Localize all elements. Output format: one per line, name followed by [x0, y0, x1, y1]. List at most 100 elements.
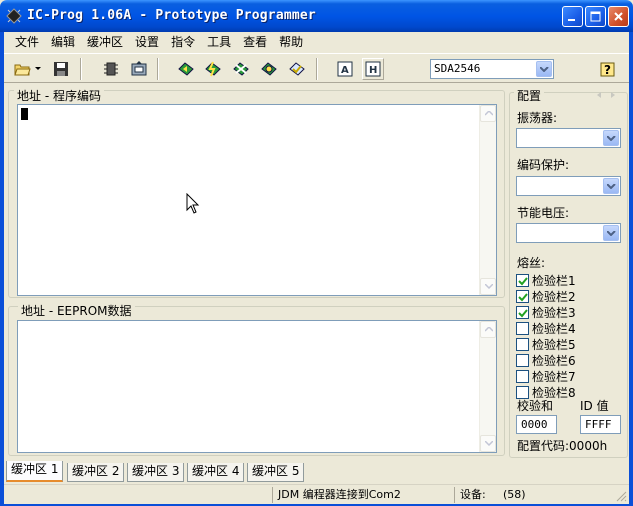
menu-settings[interactable]: 设置 — [130, 33, 164, 51]
tab-buffer-4[interactable]: 缓冲区 4 — [187, 463, 245, 482]
minimize-button[interactable] — [562, 6, 583, 27]
toolbar: A H SDA2546 ? — [4, 53, 629, 83]
fuse-check-box[interactable] — [516, 274, 529, 287]
menu-help[interactable]: 帮助 — [274, 33, 308, 51]
fuse-checkbox-7[interactable]: 检验栏7 — [516, 369, 576, 384]
oscillator-select-arrow[interactable] — [603, 130, 619, 146]
chip-settings-button[interactable] — [100, 58, 122, 80]
chip-app-icon — [6, 8, 22, 24]
menu-view[interactable]: 查看 — [238, 33, 272, 51]
fuse-check-box[interactable] — [516, 290, 529, 303]
eeprom-data-editor[interactable] — [17, 320, 497, 453]
arrow-up-icon — [485, 111, 493, 116]
erase-all-button[interactable] — [230, 58, 252, 80]
verify-button[interactable] — [258, 58, 280, 80]
text-cursor — [21, 108, 28, 120]
save-button[interactable] — [50, 58, 72, 80]
fuse-checkbox-3[interactable]: 检验栏3 — [516, 305, 576, 320]
resize-grip-icon[interactable] — [615, 490, 627, 502]
scroll-down-button[interactable] — [480, 278, 496, 295]
menu-file[interactable]: 文件 — [10, 33, 44, 51]
hardware-icon — [131, 61, 147, 76]
menu-tools[interactable]: 工具 — [202, 33, 236, 51]
tab-buffer-1[interactable]: 缓冲区 1 — [6, 461, 64, 482]
voltage-select[interactable] — [516, 223, 621, 243]
fuse-check-box[interactable] — [516, 338, 529, 351]
id-label: ID 值 — [580, 399, 609, 413]
config-code-readout: 配置代码:0000h — [517, 439, 608, 453]
device-select[interactable]: SDA2546 — [430, 59, 554, 79]
help-button[interactable]: ? — [598, 58, 620, 80]
menu-command[interactable]: 指令 — [166, 33, 200, 51]
program-code-title: 地址 - 程序编码 — [14, 90, 104, 103]
svg-text:?: ? — [604, 63, 611, 77]
open-folder-icon — [14, 64, 31, 76]
checksum-field[interactable]: 0000 — [516, 415, 557, 434]
fuse-label: 检验栏7 — [532, 369, 576, 384]
fuse-check-box[interactable] — [516, 370, 529, 383]
open-file-button[interactable] — [12, 58, 34, 80]
close-button[interactable] — [608, 6, 629, 27]
oscillator-label: 振荡器: — [517, 111, 558, 125]
voltage-select-arrow[interactable] — [603, 225, 619, 241]
menu-edit[interactable]: 编辑 — [46, 33, 80, 51]
minimize-icon — [568, 19, 575, 21]
fuse-label: 检验栏8 — [532, 385, 576, 400]
code-protect-select[interactable] — [516, 176, 621, 196]
floppy-disk-icon — [54, 62, 68, 76]
fuse-check-box[interactable] — [516, 386, 529, 399]
assembler-view-button[interactable]: A — [334, 58, 356, 80]
tab-buffer-5[interactable]: 缓冲区 5 — [247, 463, 305, 482]
window-title: IC-Prog 1.06A - Prototype Programmer — [27, 8, 316, 23]
chip-icon — [104, 62, 118, 76]
mouse-pointer-icon — [186, 193, 200, 214]
program-code-editor[interactable] — [17, 104, 497, 296]
menu-bar: 文件 编辑 缓冲区 设置 指令 工具 查看 帮助 — [4, 32, 629, 52]
eeprom-scroll-down-button[interactable] — [480, 435, 496, 452]
oscillator-select[interactable] — [516, 128, 621, 148]
fuse-checkbox-6[interactable]: 检验栏6 — [516, 353, 576, 368]
menu-buffer[interactable]: 缓冲区 — [82, 33, 128, 51]
read-chip-icon — [178, 62, 194, 76]
fuse-checkbox-1[interactable]: 检验栏1 — [516, 273, 576, 288]
chevron-down-icon — [607, 184, 616, 189]
id-value-field[interactable]: FFFF — [580, 415, 621, 434]
view-hex-icon: H — [365, 61, 381, 77]
title-bar[interactable]: IC-Prog 1.06A - Prototype Programmer — [0, 0, 633, 32]
eeprom-scrollbar[interactable] — [479, 321, 496, 452]
read-all-button[interactable] — [175, 58, 197, 80]
fuse-check-box[interactable] — [516, 322, 529, 335]
close-icon — [614, 12, 623, 21]
fuses-label: 熔丝: — [517, 256, 546, 270]
hex-view-button[interactable]: H — [362, 58, 384, 80]
checksum-label: 校验和 — [517, 399, 554, 413]
fuse-check-box[interactable] — [516, 354, 529, 367]
fuse-label: 检验栏4 — [532, 321, 576, 336]
code-protect-select-arrow[interactable] — [603, 178, 619, 194]
chevron-down-icon — [607, 231, 616, 236]
tab-buffer-2[interactable]: 缓冲区 2 — [67, 463, 125, 482]
svg-text:H: H — [369, 65, 377, 76]
fuse-checkbox-5[interactable]: 检验栏5 — [516, 337, 576, 352]
fuse-check-box[interactable] — [516, 306, 529, 319]
hardware-settings-button[interactable] — [128, 58, 150, 80]
program-code-scrollbar[interactable] — [479, 105, 496, 295]
fuse-label: 检验栏2 — [532, 289, 576, 304]
fuse-checkbox-8[interactable]: 检验栏8 — [516, 385, 576, 400]
panel-collapse-arrows-icon[interactable] — [597, 92, 617, 99]
fuse-checkbox-4[interactable]: 检验栏4 — [516, 321, 576, 336]
open-recent-dropdown[interactable] — [33, 58, 43, 80]
view-asm-icon: A — [337, 61, 353, 77]
program-all-button[interactable] — [202, 58, 224, 80]
arrow-down-icon — [485, 441, 493, 446]
status-device-label: 设备: — [454, 487, 494, 503]
fuse-checkbox-2[interactable]: 检验栏2 — [516, 289, 576, 304]
maximize-icon — [590, 11, 601, 22]
maximize-button[interactable] — [585, 6, 606, 27]
eeprom-scroll-up-button[interactable] — [480, 321, 496, 338]
scroll-up-button[interactable] — [480, 105, 496, 122]
tab-buffer-3[interactable]: 缓冲区 3 — [127, 463, 185, 482]
status-device-value: (58) — [503, 488, 526, 501]
blank-check-button[interactable] — [286, 58, 308, 80]
device-select-arrow[interactable] — [536, 61, 552, 77]
